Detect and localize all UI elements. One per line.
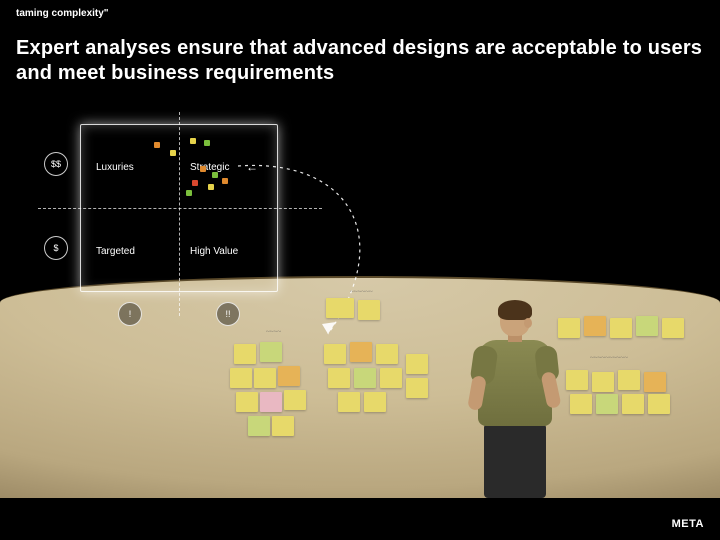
data-point <box>186 190 192 196</box>
sticky-note <box>272 416 294 436</box>
data-point <box>222 178 228 184</box>
sticky-note <box>380 368 402 388</box>
data-point <box>170 150 176 156</box>
y-axis-high-label: $$ <box>44 152 68 176</box>
sticky-note <box>328 368 350 388</box>
sticky-note <box>406 378 428 398</box>
sticky-note <box>254 368 276 388</box>
sticky-note <box>326 298 354 318</box>
sticky-note <box>350 342 372 362</box>
data-point <box>190 138 196 144</box>
sticky-note <box>236 392 258 412</box>
sticky-note <box>338 392 360 412</box>
footer-logo: META <box>672 518 704 530</box>
quadrant-bottom-right: High Value <box>190 246 238 257</box>
x-axis-low-label: ! <box>118 302 142 326</box>
sticky-note <box>358 300 380 320</box>
sticky-note <box>592 372 614 392</box>
quadrant-top-left: Luxuries <box>96 162 134 173</box>
sticky-note <box>622 394 644 414</box>
sticky-note <box>260 392 282 412</box>
sticky-note <box>260 342 282 362</box>
y-axis-low-label: $ <box>44 236 68 260</box>
board-scribble: ~~~~~~~~~~ <box>590 354 628 362</box>
diagram-horizontal-divider <box>38 208 322 209</box>
person-ear <box>524 318 532 328</box>
quadrant-diagram: $$ $ ! !! Luxuries Strategic Targeted Hi… <box>32 118 292 318</box>
sticky-note <box>636 316 658 336</box>
sticky-note <box>618 370 640 390</box>
slide-visual: $$ $ ! !! Luxuries Strategic Targeted Hi… <box>0 118 720 498</box>
sticky-note <box>284 390 306 410</box>
board-scribble: ~~~~ <box>266 328 281 336</box>
sticky-note <box>376 344 398 364</box>
sticky-note <box>278 366 300 386</box>
data-point <box>208 184 214 190</box>
sticky-note <box>596 394 618 414</box>
slide-headline: Expert analyses ensure that advanced des… <box>16 36 704 86</box>
quadrant-bottom-left: Targeted <box>96 246 135 257</box>
data-point <box>154 142 160 148</box>
sticky-note <box>570 394 592 414</box>
sticky-note <box>234 344 256 364</box>
sticky-note <box>354 368 376 388</box>
sticky-note <box>584 316 606 336</box>
data-point <box>192 180 198 186</box>
person-figure <box>458 302 568 498</box>
data-point <box>212 172 218 178</box>
data-point <box>204 140 210 146</box>
sticky-note <box>648 394 670 414</box>
board-scribble: ~~~~~~ <box>350 288 373 296</box>
sticky-note <box>324 344 346 364</box>
data-point <box>200 166 206 172</box>
sticky-note <box>364 392 386 412</box>
sticky-note <box>662 318 684 338</box>
sticky-note <box>566 370 588 390</box>
tagline: taming complexity" <box>16 8 109 19</box>
diagram-vertical-divider <box>179 112 180 316</box>
arrow-left-icon: ← <box>246 160 258 174</box>
sticky-note <box>248 416 270 436</box>
sticky-note <box>406 354 428 374</box>
person-legs <box>484 422 546 498</box>
quadrant-top-right: Strategic <box>190 162 229 173</box>
person-hair <box>498 300 532 320</box>
sticky-note <box>644 372 666 392</box>
sticky-note <box>610 318 632 338</box>
sticky-note <box>230 368 252 388</box>
